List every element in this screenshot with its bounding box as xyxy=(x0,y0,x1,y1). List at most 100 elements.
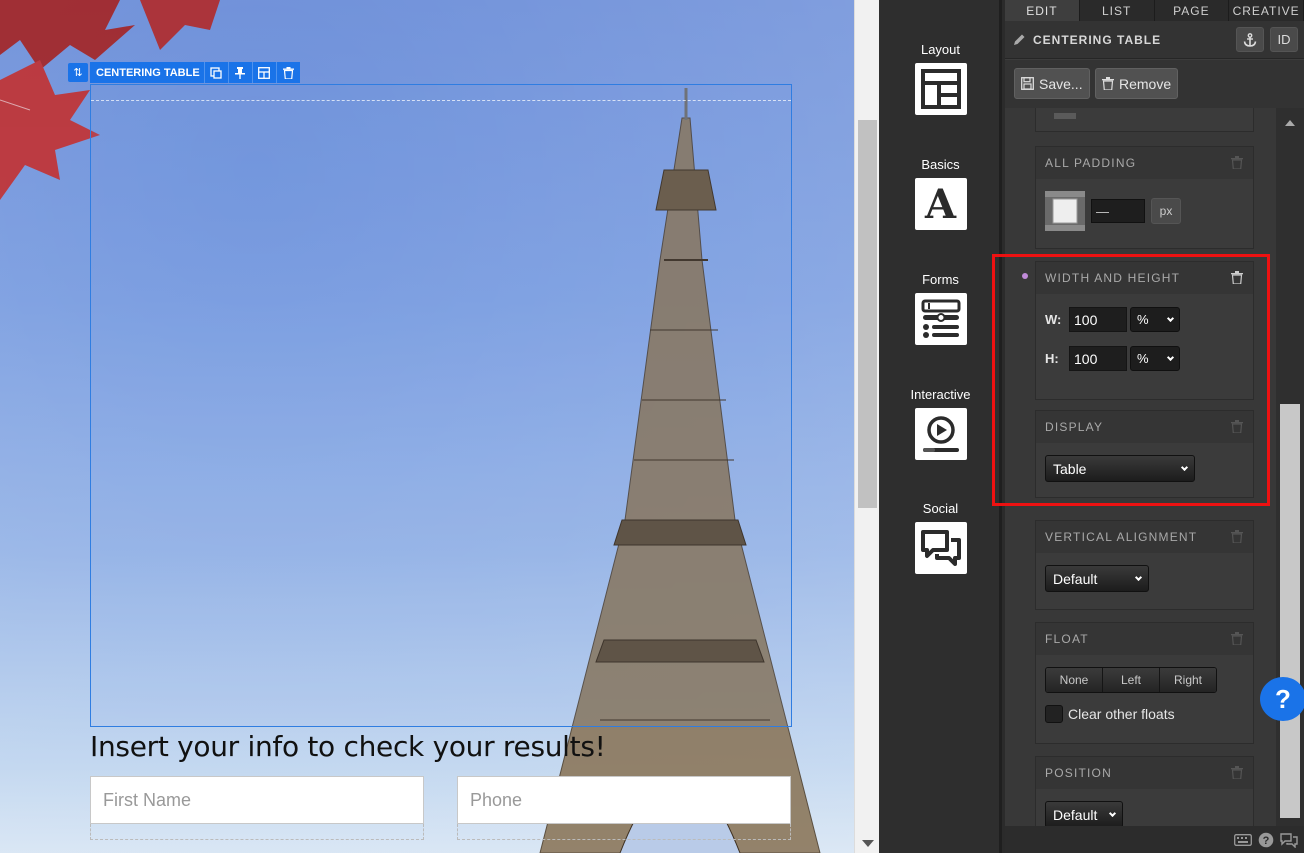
clear-floats-row[interactable]: Clear other floats xyxy=(1045,705,1244,723)
canvas-scrollbar[interactable] xyxy=(854,0,879,853)
clear-floats-label: Clear other floats xyxy=(1068,706,1175,722)
height-row: H: % xyxy=(1045,345,1244,372)
remove-button[interactable]: Remove xyxy=(1095,68,1179,99)
width-unit-value: % xyxy=(1137,312,1149,327)
trash-icon[interactable] xyxy=(1231,766,1243,779)
tab-creative[interactable]: CREATIVE xyxy=(1229,0,1304,21)
float-none-button[interactable]: None xyxy=(1046,668,1103,692)
display-heading: DISPLAY xyxy=(1036,411,1253,443)
layout-settings-icon[interactable] xyxy=(251,62,276,83)
vertical-alignment-heading: VERTICAL ALIGNMENT xyxy=(1036,521,1253,553)
panel-header: CENTERING TABLE ID xyxy=(1005,21,1304,59)
form-icon[interactable] xyxy=(914,293,967,345)
save-button[interactable]: Save... xyxy=(1014,68,1090,99)
float-right-button[interactable]: Right xyxy=(1160,668,1216,692)
float-segmented-control: None Left Right xyxy=(1045,667,1217,693)
duplicate-icon[interactable] xyxy=(203,62,228,83)
position-title: POSITION xyxy=(1045,766,1112,780)
tab-page[interactable]: PAGE xyxy=(1155,0,1230,21)
width-unit-select[interactable]: % xyxy=(1130,307,1180,332)
float-card: FLOAT None Left Right Clear other floats xyxy=(1035,622,1254,744)
drag-handle-icon[interactable]: ⇅ xyxy=(68,63,88,82)
properties-list[interactable]: ALL PADDING px WIDTH AND HEIGHT W: % xyxy=(1005,108,1276,826)
trash-icon[interactable] xyxy=(1231,271,1243,284)
display-controls: Table xyxy=(1036,443,1253,494)
save-label: Save... xyxy=(1039,75,1083,92)
first-name-input[interactable] xyxy=(91,777,423,823)
delete-icon[interactable] xyxy=(275,62,300,83)
all-padding-card: ALL PADDING px xyxy=(1035,146,1254,249)
element-category-basics[interactable]: Basics A xyxy=(879,157,1002,230)
chat-bubbles-icon[interactable] xyxy=(1280,832,1298,848)
help-circle-icon[interactable]: ? xyxy=(1258,832,1274,848)
trash-icon xyxy=(1102,77,1114,90)
position-card: POSITION Default xyxy=(1035,756,1254,826)
panel-actions: Save... Remove xyxy=(1005,60,1304,108)
element-category-interactive[interactable]: Interactive xyxy=(879,387,1002,460)
chevron-down-icon xyxy=(1166,314,1175,322)
keyboard-icon[interactable] xyxy=(1234,833,1252,846)
pin-icon[interactable] xyxy=(227,62,252,83)
chevron-down-icon xyxy=(1108,809,1117,817)
text-a-icon[interactable]: A xyxy=(914,178,967,230)
width-input[interactable] xyxy=(1069,307,1127,332)
panel-scrollbar-thumb[interactable] xyxy=(1280,404,1300,818)
previous-property-card xyxy=(1035,108,1254,132)
remove-label: Remove xyxy=(1119,75,1172,92)
help-button[interactable]: ? xyxy=(1260,677,1304,721)
vertical-alignment-card: VERTICAL ALIGNMENT Default xyxy=(1035,520,1254,610)
canvas-scrollbar-thumb[interactable] xyxy=(858,120,877,508)
form-heading: Insert your info to check your results! xyxy=(90,730,606,763)
id-button[interactable]: ID xyxy=(1270,27,1298,52)
svg-text:?: ? xyxy=(1263,835,1270,847)
panel-tabs: EDIT LIST PAGE CREATIVE xyxy=(1005,0,1304,21)
element-category-label: Basics xyxy=(921,157,960,172)
scroll-up-icon[interactable] xyxy=(1285,120,1295,126)
width-height-card: WIDTH AND HEIGHT W: % H: % xyxy=(1035,261,1254,400)
phone-input[interactable] xyxy=(458,777,790,823)
element-category-social[interactable]: Social xyxy=(879,501,1002,574)
chevron-down-icon xyxy=(1134,573,1143,581)
trash-icon[interactable] xyxy=(1231,156,1243,169)
chat-icon[interactable] xyxy=(914,522,967,574)
tab-list[interactable]: LIST xyxy=(1080,0,1155,21)
padding-box-icon xyxy=(1045,191,1085,231)
field-outline xyxy=(90,824,424,840)
first-name-field[interactable] xyxy=(90,776,424,824)
trash-icon[interactable] xyxy=(1231,632,1243,645)
height-unit-select[interactable]: % xyxy=(1130,346,1180,371)
guide-line xyxy=(91,100,791,101)
chevron-down-icon xyxy=(1180,463,1189,471)
position-select[interactable]: Default xyxy=(1045,801,1123,826)
vertical-alignment-controls: Default xyxy=(1036,553,1253,604)
phone-field[interactable] xyxy=(457,776,791,824)
element-category-layout[interactable]: Layout xyxy=(879,42,1002,115)
trash-icon[interactable] xyxy=(1231,420,1243,433)
selected-element-label: CENTERING TABLE xyxy=(90,62,204,83)
display-select[interactable]: Table xyxy=(1045,455,1195,482)
width-height-controls: W: % H: % xyxy=(1036,294,1253,396)
padding-input[interactable] xyxy=(1091,199,1145,223)
page-canvas[interactable]: ⇅ CENTERING TABLE Insert your info to ch… xyxy=(0,0,854,853)
padding-unit-button[interactable]: px xyxy=(1151,198,1181,224)
display-value: Table xyxy=(1053,460,1087,477)
scroll-down-icon[interactable] xyxy=(862,840,874,847)
tab-edit[interactable]: EDIT xyxy=(1005,0,1080,21)
float-left-button[interactable]: Left xyxy=(1103,668,1160,692)
vertical-alignment-select[interactable]: Default xyxy=(1045,565,1149,592)
height-input[interactable] xyxy=(1069,346,1127,371)
layout-icon[interactable] xyxy=(914,63,967,115)
anchor-button[interactable] xyxy=(1236,27,1264,52)
trash-icon[interactable] xyxy=(1231,530,1243,543)
width-row: W: % xyxy=(1045,306,1244,333)
clear-floats-checkbox[interactable] xyxy=(1045,705,1063,723)
vertical-alignment-value: Default xyxy=(1053,570,1098,587)
element-category-label: Layout xyxy=(920,42,961,57)
all-padding-title: ALL PADDING xyxy=(1045,156,1137,170)
play-icon[interactable] xyxy=(914,408,967,460)
centering-table-selection[interactable] xyxy=(90,84,792,727)
panel-title: CENTERING TABLE xyxy=(1033,32,1162,47)
element-category-label: Social xyxy=(922,501,959,516)
display-card: DISPLAY Table xyxy=(1035,410,1254,498)
element-category-forms[interactable]: Forms xyxy=(879,272,1002,345)
